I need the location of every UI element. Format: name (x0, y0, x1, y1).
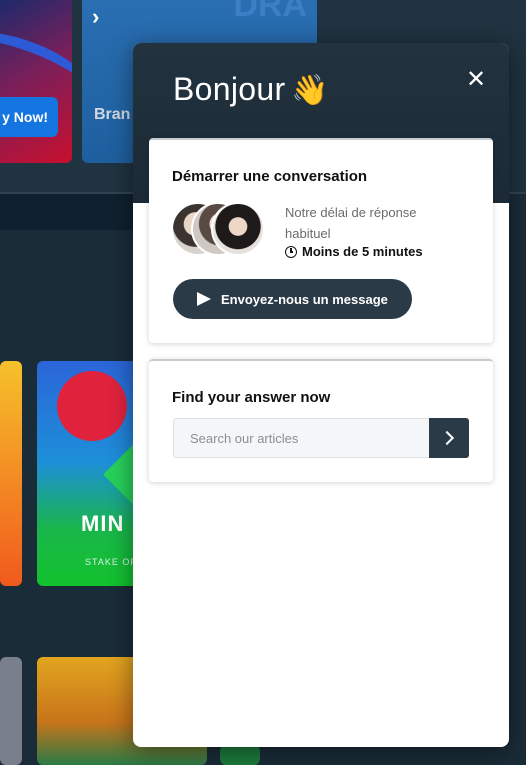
bomb-icon (57, 371, 127, 441)
support-chat-widget: Bonjour 👋 ✕ Démarrer une conversation Not… (133, 43, 509, 747)
article-search (173, 418, 469, 458)
clock-icon (285, 245, 297, 258)
help-title: Find your answer now (172, 389, 331, 406)
chevron-right-icon[interactable]: › (92, 4, 99, 30)
game-tile[interactable] (0, 657, 22, 765)
response-time: Moins de 5 minutes (285, 244, 423, 259)
send-message-button[interactable]: Envoyez-nous un message (173, 279, 412, 319)
promo-play-button[interactable]: y Now! (0, 97, 58, 137)
conversation-title: Démarrer une conversation (172, 168, 368, 185)
game-tile-label: MIN (81, 511, 125, 536)
game-tile[interactable] (220, 745, 260, 765)
conversation-card: Démarrer une conversation Notre délai de… (149, 138, 493, 343)
site-search-bar[interactable] (0, 194, 134, 230)
greeting-title: Bonjour 👋 (173, 71, 329, 108)
greeting-text: Bonjour (173, 71, 286, 107)
promo-card-text: Bran (94, 106, 131, 123)
promo-big-text: DRA (233, 0, 307, 24)
send-message-label: Envoyez-nous un message (221, 291, 388, 307)
promo-banner-left[interactable]: y Now! (0, 0, 72, 163)
game-tile[interactable] (0, 361, 22, 586)
team-avatars (171, 202, 271, 260)
close-icon[interactable]: ✕ (463, 67, 489, 93)
chevron-right-icon (439, 430, 455, 446)
avatar (211, 202, 265, 256)
search-input[interactable] (174, 419, 430, 457)
help-search-card: Find your answer now (149, 359, 493, 482)
response-time-value: Moins de 5 minutes (302, 244, 423, 259)
search-submit-button[interactable] (429, 418, 469, 458)
response-time-label: Notre délai de réponse habituel (285, 205, 417, 241)
send-icon (197, 292, 211, 306)
waving-hand-icon: 👋 (291, 74, 330, 107)
